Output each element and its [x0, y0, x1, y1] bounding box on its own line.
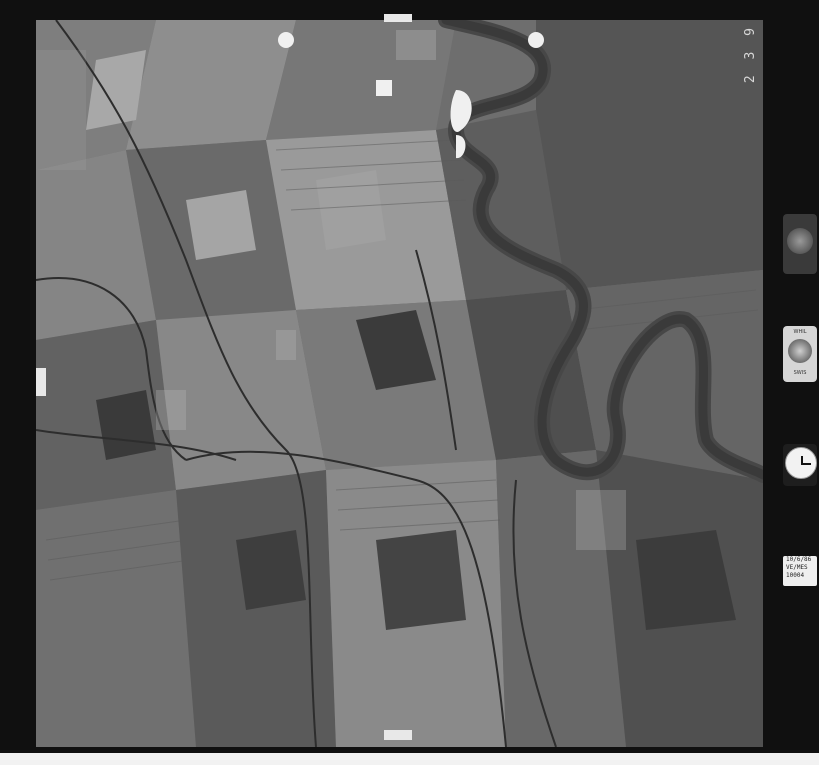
clock-gauge — [783, 444, 817, 486]
clock-minute-hand — [801, 463, 811, 465]
bottom-border-strip — [0, 753, 819, 765]
data-label-card: 10/6/86 VE/MES 10004 — [783, 556, 817, 586]
clock-face-icon — [785, 447, 817, 479]
level-caption-top: WHIL — [793, 329, 807, 335]
altimeter-gauge — [783, 214, 817, 274]
label-line-3: 10004 — [786, 572, 805, 579]
left-fiducial-notch — [36, 368, 46, 396]
level-bubble-icon — [788, 339, 812, 363]
bottom-fiducial-notch — [384, 730, 412, 740]
top-fiducial-notch — [384, 14, 412, 22]
film-frame: 2 3 9 WHIL SWIS 10/6/86 VE/MES 10004 — [0, 0, 819, 753]
aerial-photograph — [36, 20, 763, 747]
altimeter-dial-icon — [787, 228, 813, 254]
frame-number: 2 3 9 — [743, 24, 758, 84]
field-patches — [36, 20, 763, 747]
aerial-terrain — [36, 20, 763, 747]
level-caption-bottom: SWIS — [793, 370, 807, 376]
label-line-2: VE/MES — [786, 564, 808, 571]
label-date: 10/6/86 — [786, 556, 812, 563]
level-bubble: WHIL SWIS — [783, 326, 817, 382]
